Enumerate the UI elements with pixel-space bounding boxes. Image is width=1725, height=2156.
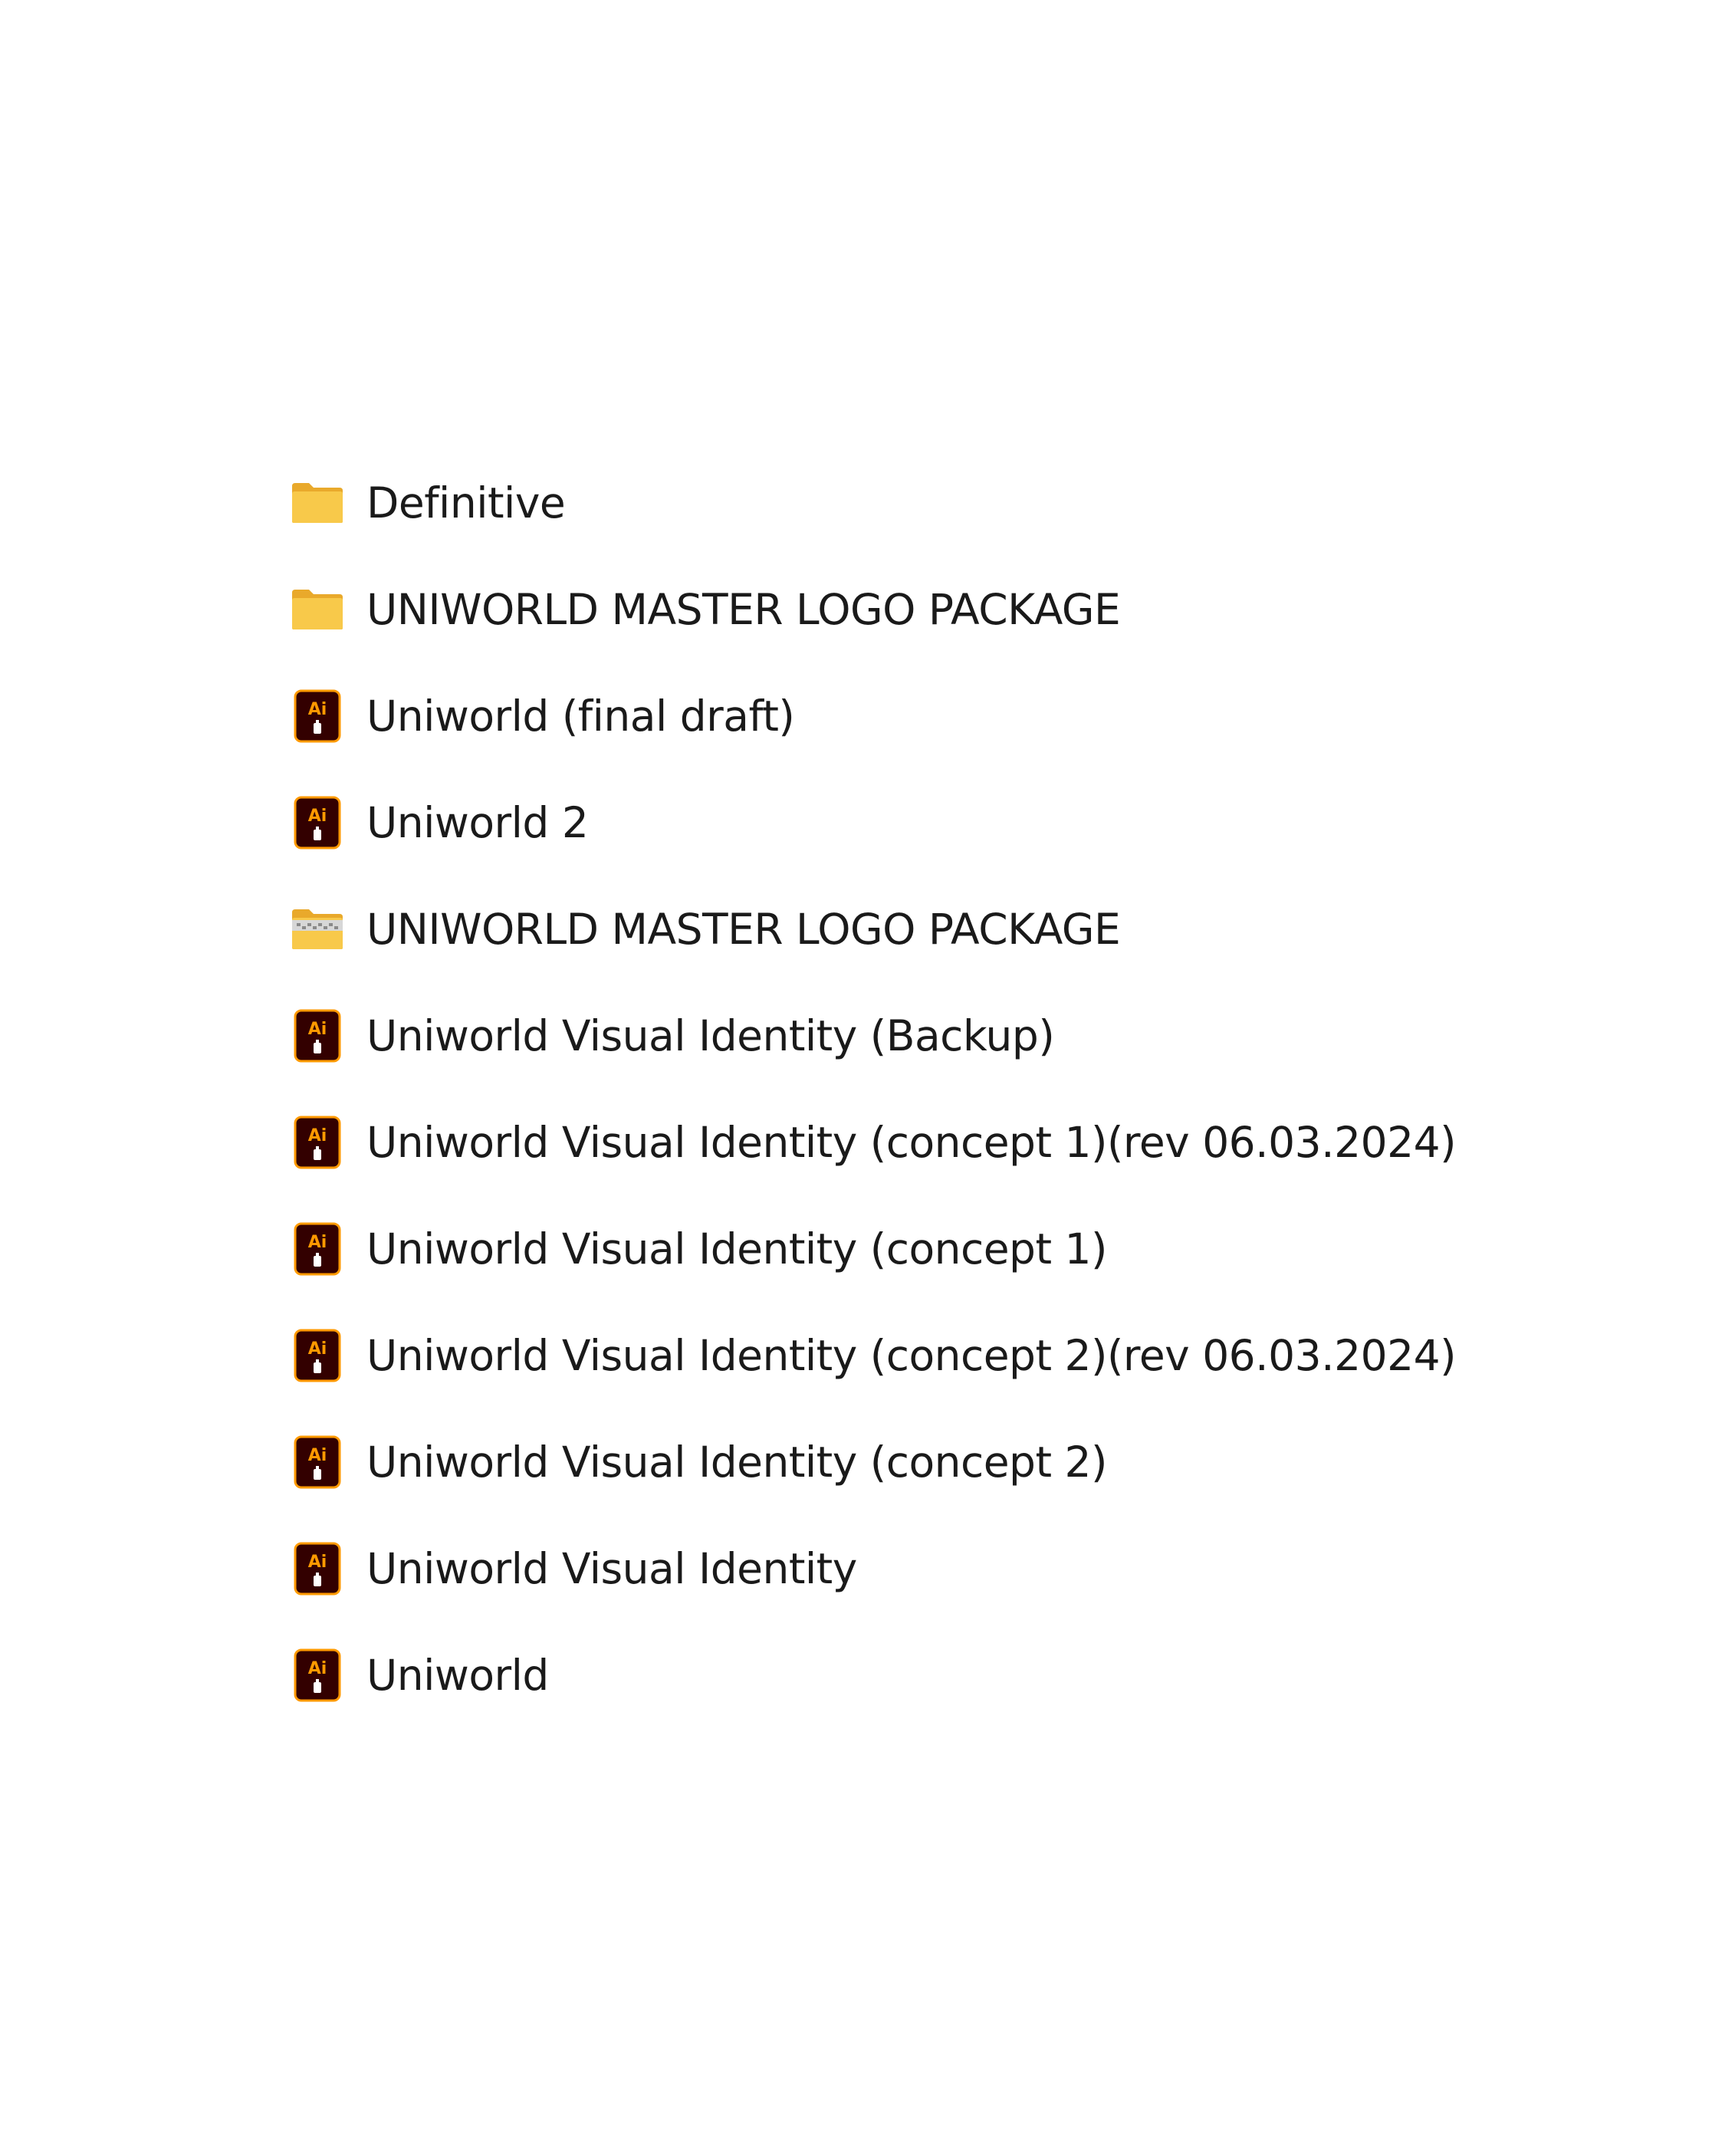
illustrator-file-icon: Ai: [290, 1221, 345, 1277]
svg-text:Ai: Ai: [308, 1020, 327, 1039]
file-name: Uniworld: [366, 1650, 549, 1700]
file-name: Uniworld Visual Identity (Backup): [366, 1011, 1055, 1060]
file-list: Definitive UNIWORLD MASTER LOGO PACKAGE …: [290, 449, 1457, 1728]
file-name: Uniworld 2: [366, 797, 589, 847]
svg-text:Ai: Ai: [308, 1339, 327, 1359]
svg-text:Ai: Ai: [308, 1126, 327, 1145]
illustrator-file-icon: Ai: [290, 689, 345, 744]
svg-text:Ai: Ai: [308, 1446, 327, 1465]
file-name: Uniworld Visual Identity (concept 1)(rev…: [366, 1117, 1457, 1167]
illustrator-file-icon: Ai: [290, 1648, 345, 1703]
illustrator-file-icon: Ai: [290, 1435, 345, 1490]
illustrator-file-icon: Ai: [290, 795, 345, 850]
list-item-file[interactable]: Ai Uniworld 2: [290, 769, 1456, 876]
list-item-folder-definitive[interactable]: Definitive: [290, 449, 1456, 556]
illustrator-file-icon: Ai: [290, 1115, 345, 1170]
file-name: Uniworld Visual Identity (concept 2)(rev…: [366, 1330, 1457, 1380]
file-name: Definitive: [366, 478, 566, 527]
svg-text:Ai: Ai: [308, 1659, 327, 1678]
illustrator-file-icon: Ai: [290, 1008, 345, 1063]
illustrator-file-icon: Ai: [290, 1328, 345, 1383]
list-item-file[interactable]: Ai Uniworld Visual Identity (concept 1)(…: [290, 1089, 1457, 1195]
svg-text:Ai: Ai: [308, 1553, 327, 1572]
list-item-folder-master-logo-package[interactable]: UNIWORLD MASTER LOGO PACKAGE: [290, 556, 1456, 662]
file-name: UNIWORLD MASTER LOGO PACKAGE: [366, 904, 1121, 954]
file-name: Uniworld Visual Identity (concept 1): [366, 1224, 1107, 1274]
file-name: UNIWORLD MASTER LOGO PACKAGE: [366, 584, 1121, 634]
folder-icon: [290, 582, 345, 637]
illustrator-file-icon: Ai: [290, 1541, 345, 1596]
file-name: Uniworld Visual Identity (concept 2): [366, 1437, 1107, 1487]
file-name: Uniworld (final draft): [366, 691, 795, 741]
list-item-file[interactable]: Ai Uniworld Visual Identity (Backup): [290, 982, 1456, 1089]
list-item-file[interactable]: Ai Uniworld Visual Identity (concept 1): [290, 1195, 1456, 1302]
list-item-file[interactable]: Ai Uniworld Visual Identity: [290, 1515, 1456, 1622]
svg-text:Ai: Ai: [308, 807, 327, 826]
list-item-zip-folder[interactable]: UNIWORLD MASTER LOGO PACKAGE: [290, 876, 1456, 982]
zip-folder-icon: [290, 902, 345, 957]
list-item-file[interactable]: Ai Uniworld (final draft): [290, 662, 1456, 769]
folder-icon: [290, 475, 345, 531]
svg-text:Ai: Ai: [308, 700, 327, 719]
svg-text:Ai: Ai: [308, 1233, 327, 1252]
file-name: Uniworld Visual Identity: [366, 1543, 857, 1593]
list-item-file[interactable]: Ai Uniworld Visual Identity (concept 2): [290, 1408, 1456, 1515]
list-item-file[interactable]: Ai Uniworld: [290, 1622, 1456, 1728]
list-item-file[interactable]: Ai Uniworld Visual Identity (concept 2)(…: [290, 1302, 1457, 1408]
